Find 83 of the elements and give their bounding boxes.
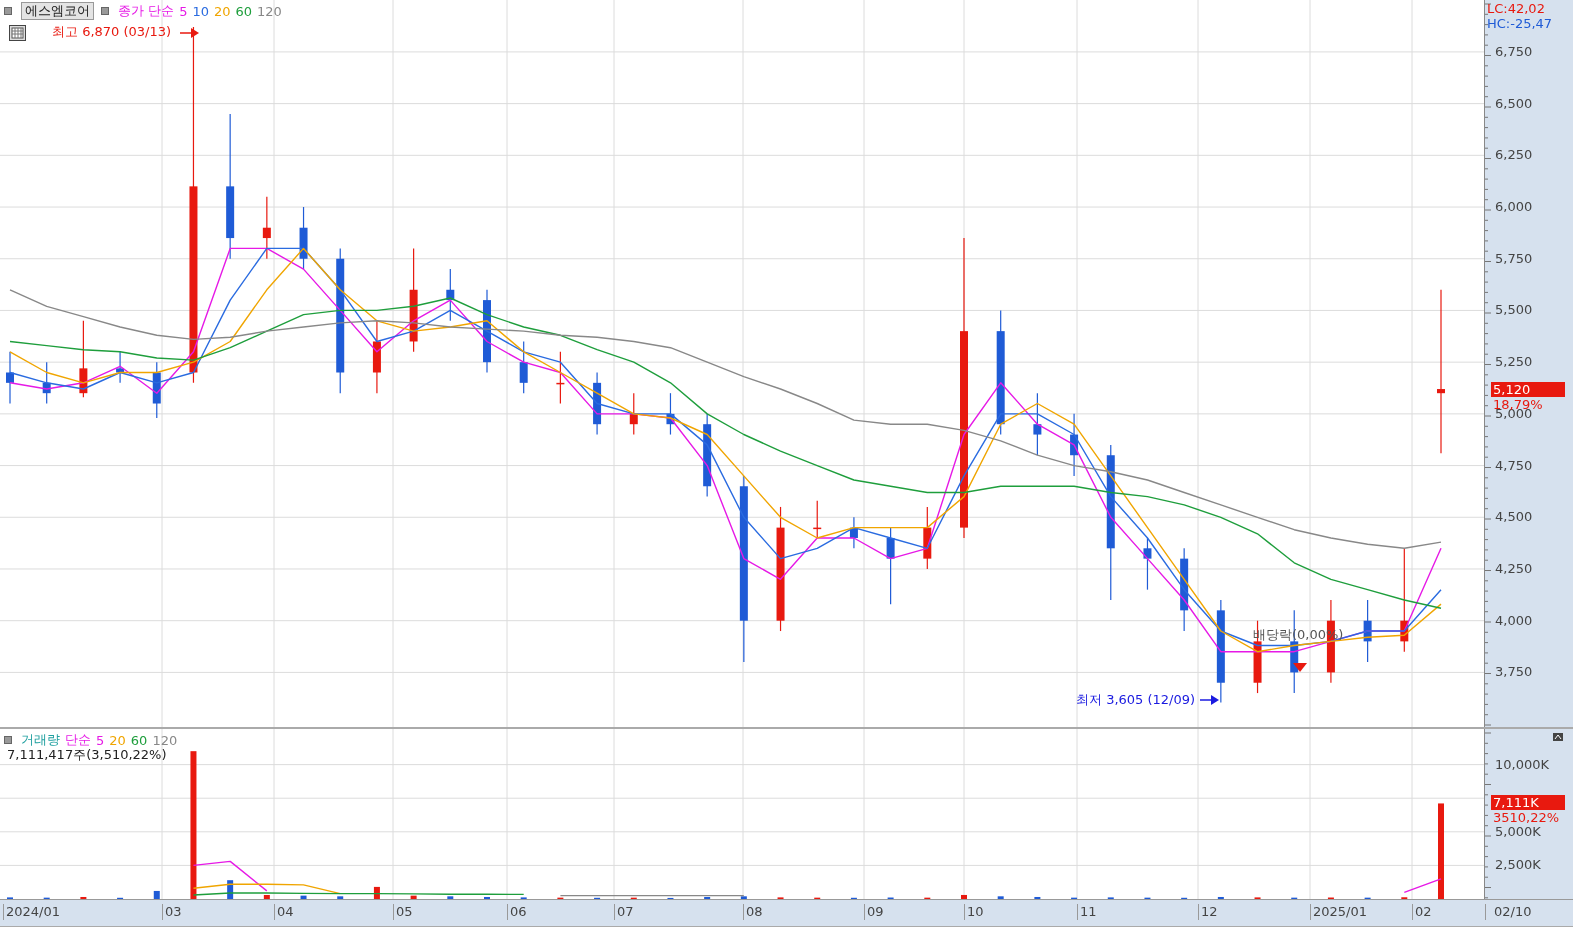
date-label: 11 bbox=[1077, 904, 1097, 920]
price-tick-label: 6,500 bbox=[1495, 96, 1533, 111]
candlestick bbox=[519, 340, 528, 394]
candlestick bbox=[262, 196, 271, 260]
line-series bbox=[9, 289, 1442, 549]
bar bbox=[80, 896, 87, 899]
ma-period-label: 20 bbox=[213, 3, 231, 19]
volume-tick-label: 10,000K bbox=[1495, 757, 1549, 772]
price-tick-label: 3,750 bbox=[1495, 665, 1533, 680]
bar bbox=[1034, 896, 1041, 899]
price-tick-label: 5,500 bbox=[1495, 303, 1533, 318]
ma-period-label: 20 bbox=[109, 732, 126, 748]
candlestick bbox=[886, 527, 895, 605]
volume-tick-label: 5,000K bbox=[1495, 824, 1541, 839]
date-label: 2024/01 bbox=[3, 904, 60, 920]
ma-period-label: 120 bbox=[257, 3, 282, 19]
price-tick-label: 6,250 bbox=[1495, 148, 1533, 163]
volume-title: 거래량 bbox=[21, 731, 60, 749]
low-price-label: 최저 3,605 (12/09) bbox=[1076, 693, 1196, 707]
price-tick-label: 5,750 bbox=[1495, 251, 1533, 266]
legend-marker-icon bbox=[101, 7, 109, 15]
volume-change-label: 3510,22% bbox=[1493, 811, 1560, 824]
table-icon[interactable] bbox=[9, 25, 26, 41]
candlestick bbox=[1437, 289, 1445, 454]
price-tick-label: 4,750 bbox=[1495, 458, 1533, 473]
date-label: 09 bbox=[864, 904, 884, 920]
price-tick-label: 6,750 bbox=[1495, 44, 1533, 59]
candlestick bbox=[1143, 537, 1152, 591]
current-price-badge: 5,120 bbox=[1491, 382, 1565, 397]
bar bbox=[300, 895, 307, 899]
date-label: 02 bbox=[1412, 904, 1432, 920]
candlestick bbox=[1033, 392, 1042, 456]
stock-name-button[interactable]: 에스엠코어 bbox=[21, 2, 94, 20]
ma-period-label: 60 bbox=[130, 732, 148, 748]
ma-title: 단순 bbox=[65, 731, 91, 749]
bar bbox=[337, 896, 344, 899]
bar bbox=[961, 894, 967, 899]
current-volume-badge: 7,111K bbox=[1491, 795, 1565, 810]
maximize-icon[interactable] bbox=[1553, 733, 1563, 741]
bar bbox=[704, 896, 711, 899]
date-label: 04 bbox=[274, 904, 294, 920]
bar bbox=[263, 894, 270, 899]
date-label: 10 bbox=[964, 904, 984, 920]
legend-marker-icon bbox=[4, 736, 12, 744]
price-tick-label: 6,000 bbox=[1495, 200, 1533, 215]
price-tick-label: 4,000 bbox=[1495, 613, 1533, 628]
price-tick-label: 4,500 bbox=[1495, 510, 1533, 525]
candlestick bbox=[6, 351, 14, 405]
line-series bbox=[192, 883, 341, 895]
end-date-label: 02/10 bbox=[1485, 904, 1532, 920]
lc-value: LC:42,02 bbox=[1487, 2, 1545, 16]
ma-period-label: 120 bbox=[152, 732, 178, 748]
bar bbox=[484, 896, 490, 899]
bar bbox=[447, 896, 454, 899]
bar bbox=[410, 895, 417, 899]
bar bbox=[153, 890, 160, 899]
ma-period-label: 5 bbox=[96, 732, 105, 748]
legend-marker-icon bbox=[4, 7, 12, 15]
ma-period-label: 5 bbox=[179, 3, 188, 19]
bar bbox=[997, 896, 1004, 899]
high-price-label: 최고 6,870 (03/13) bbox=[52, 25, 172, 39]
bar bbox=[740, 896, 747, 899]
triangle-marker-icon bbox=[1293, 663, 1307, 672]
current-volume-label: 7,111,417주(3,510,22%) bbox=[7, 748, 167, 762]
price-tick-label: 5,250 bbox=[1495, 355, 1533, 370]
arrow-icon bbox=[1200, 694, 1220, 706]
date-label: 08 bbox=[743, 904, 763, 920]
bar bbox=[1438, 803, 1444, 899]
bar bbox=[190, 751, 197, 899]
ma-title: 종가 단순 bbox=[118, 2, 175, 20]
date-label: 06 bbox=[507, 904, 527, 920]
ma-period-label: 60 bbox=[235, 3, 253, 19]
bar bbox=[1217, 896, 1224, 899]
bar bbox=[373, 886, 380, 899]
ma-period-label: 10 bbox=[192, 3, 209, 19]
date-label: 12 bbox=[1198, 904, 1218, 920]
date-label: 07 bbox=[614, 904, 634, 920]
price-tick-label: 4,250 bbox=[1495, 561, 1533, 576]
date-label: 03 bbox=[162, 904, 182, 920]
hc-value: HC:-25,47 bbox=[1487, 17, 1553, 31]
volume-tick-label: 2,500K bbox=[1495, 858, 1541, 873]
date-label: 05 bbox=[393, 904, 413, 920]
date-label: 2025/01 bbox=[1310, 904, 1367, 920]
